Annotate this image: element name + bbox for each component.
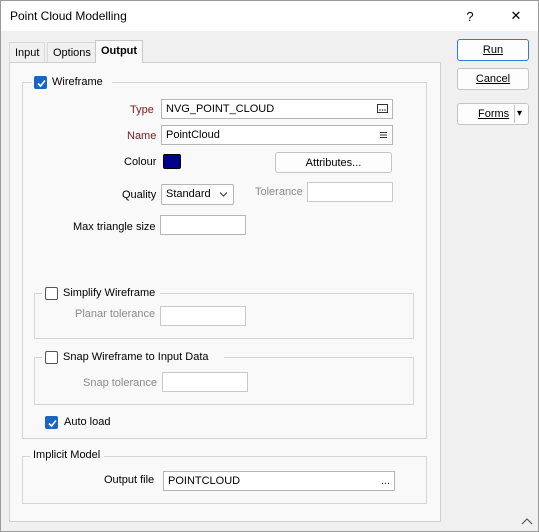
- cancel-button[interactable]: Cancel: [457, 68, 529, 90]
- colour-swatch[interactable]: [163, 154, 181, 169]
- output-file-field[interactable]: POINTCLOUD ...: [163, 471, 395, 491]
- output-file-label: Output file: [104, 474, 155, 486]
- cancel-button-label: Cancel: [475, 73, 511, 85]
- implicit-caption: Implicit Model: [30, 449, 104, 465]
- name-value: PointCloud: [166, 129, 220, 141]
- close-icon: ✕: [510, 8, 522, 23]
- simplify-checkbox[interactable]: [45, 287, 58, 300]
- planar-tolerance-label: Planar tolerance: [75, 308, 156, 320]
- attributes-button[interactable]: Attributes...: [275, 152, 392, 173]
- simplify-label: Simplify Wireframe: [63, 287, 156, 299]
- tab-input[interactable]: Input: [9, 42, 46, 63]
- quality-value: Standard: [166, 188, 211, 200]
- planar-tolerance-field[interactable]: [160, 306, 246, 326]
- help-button[interactable]: ?: [447, 1, 493, 31]
- max-triangle-label: Max triangle size: [73, 221, 156, 233]
- forms-button[interactable]: Forms ▾: [457, 103, 529, 125]
- chevron-down-icon: [219, 185, 228, 209]
- type-value: NVG_POINT_CLOUD: [166, 103, 275, 115]
- help-icon: ?: [466, 8, 474, 24]
- run-button[interactable]: Run: [457, 39, 529, 61]
- wireframe-checkbox[interactable]: [34, 76, 47, 89]
- check-icon: [37, 79, 46, 88]
- tolerance-field[interactable]: [307, 182, 393, 202]
- tab-output[interactable]: Output: [95, 40, 144, 63]
- name-label: Name: [127, 130, 157, 142]
- colour-label: Colour: [124, 156, 157, 168]
- type-label: Type: [130, 104, 154, 116]
- tab-options[interactable]: Options: [47, 42, 97, 63]
- run-button-label: Run: [482, 44, 504, 56]
- type-field[interactable]: NVG_POINT_CLOUD: [161, 99, 393, 119]
- autoload-checkbox[interactable]: [45, 416, 58, 429]
- autoload-label: Auto load: [64, 416, 111, 428]
- dialog-window: Point Cloud Modelling ? ✕ Input Options …: [0, 0, 539, 532]
- browse-icon[interactable]: [377, 100, 388, 118]
- quality-label: Quality: [122, 189, 157, 201]
- name-field[interactable]: PointCloud: [161, 125, 393, 145]
- browse-ellipsis-icon[interactable]: ...: [381, 472, 390, 490]
- window-title: Point Cloud Modelling: [10, 9, 127, 23]
- quality-select[interactable]: Standard: [161, 184, 234, 205]
- snap-tolerance-label: Snap tolerance: [83, 377, 157, 389]
- snap-checkbox[interactable]: [45, 351, 58, 364]
- forms-button-label: Forms: [478, 108, 510, 120]
- forms-divider: [514, 105, 515, 123]
- snap-label: Snap Wireframe to Input Data: [63, 351, 209, 363]
- close-button[interactable]: ✕: [493, 1, 539, 31]
- title-bar: Point Cloud Modelling ? ✕: [1, 1, 538, 31]
- chevron-up-icon[interactable]: [521, 515, 533, 529]
- snap-tolerance-field[interactable]: [162, 372, 248, 392]
- chevron-down-icon[interactable]: ▾: [517, 104, 522, 124]
- wireframe-label: Wireframe: [52, 76, 103, 88]
- max-triangle-field[interactable]: [160, 215, 246, 235]
- tolerance-label: Tolerance: [255, 186, 303, 198]
- output-file-value: POINTCLOUD: [168, 475, 241, 487]
- check-icon: [48, 419, 57, 428]
- list-icon[interactable]: [379, 126, 388, 144]
- output-panel: Wireframe Type NVG_POINT_CLOUD Name Poin…: [9, 62, 441, 522]
